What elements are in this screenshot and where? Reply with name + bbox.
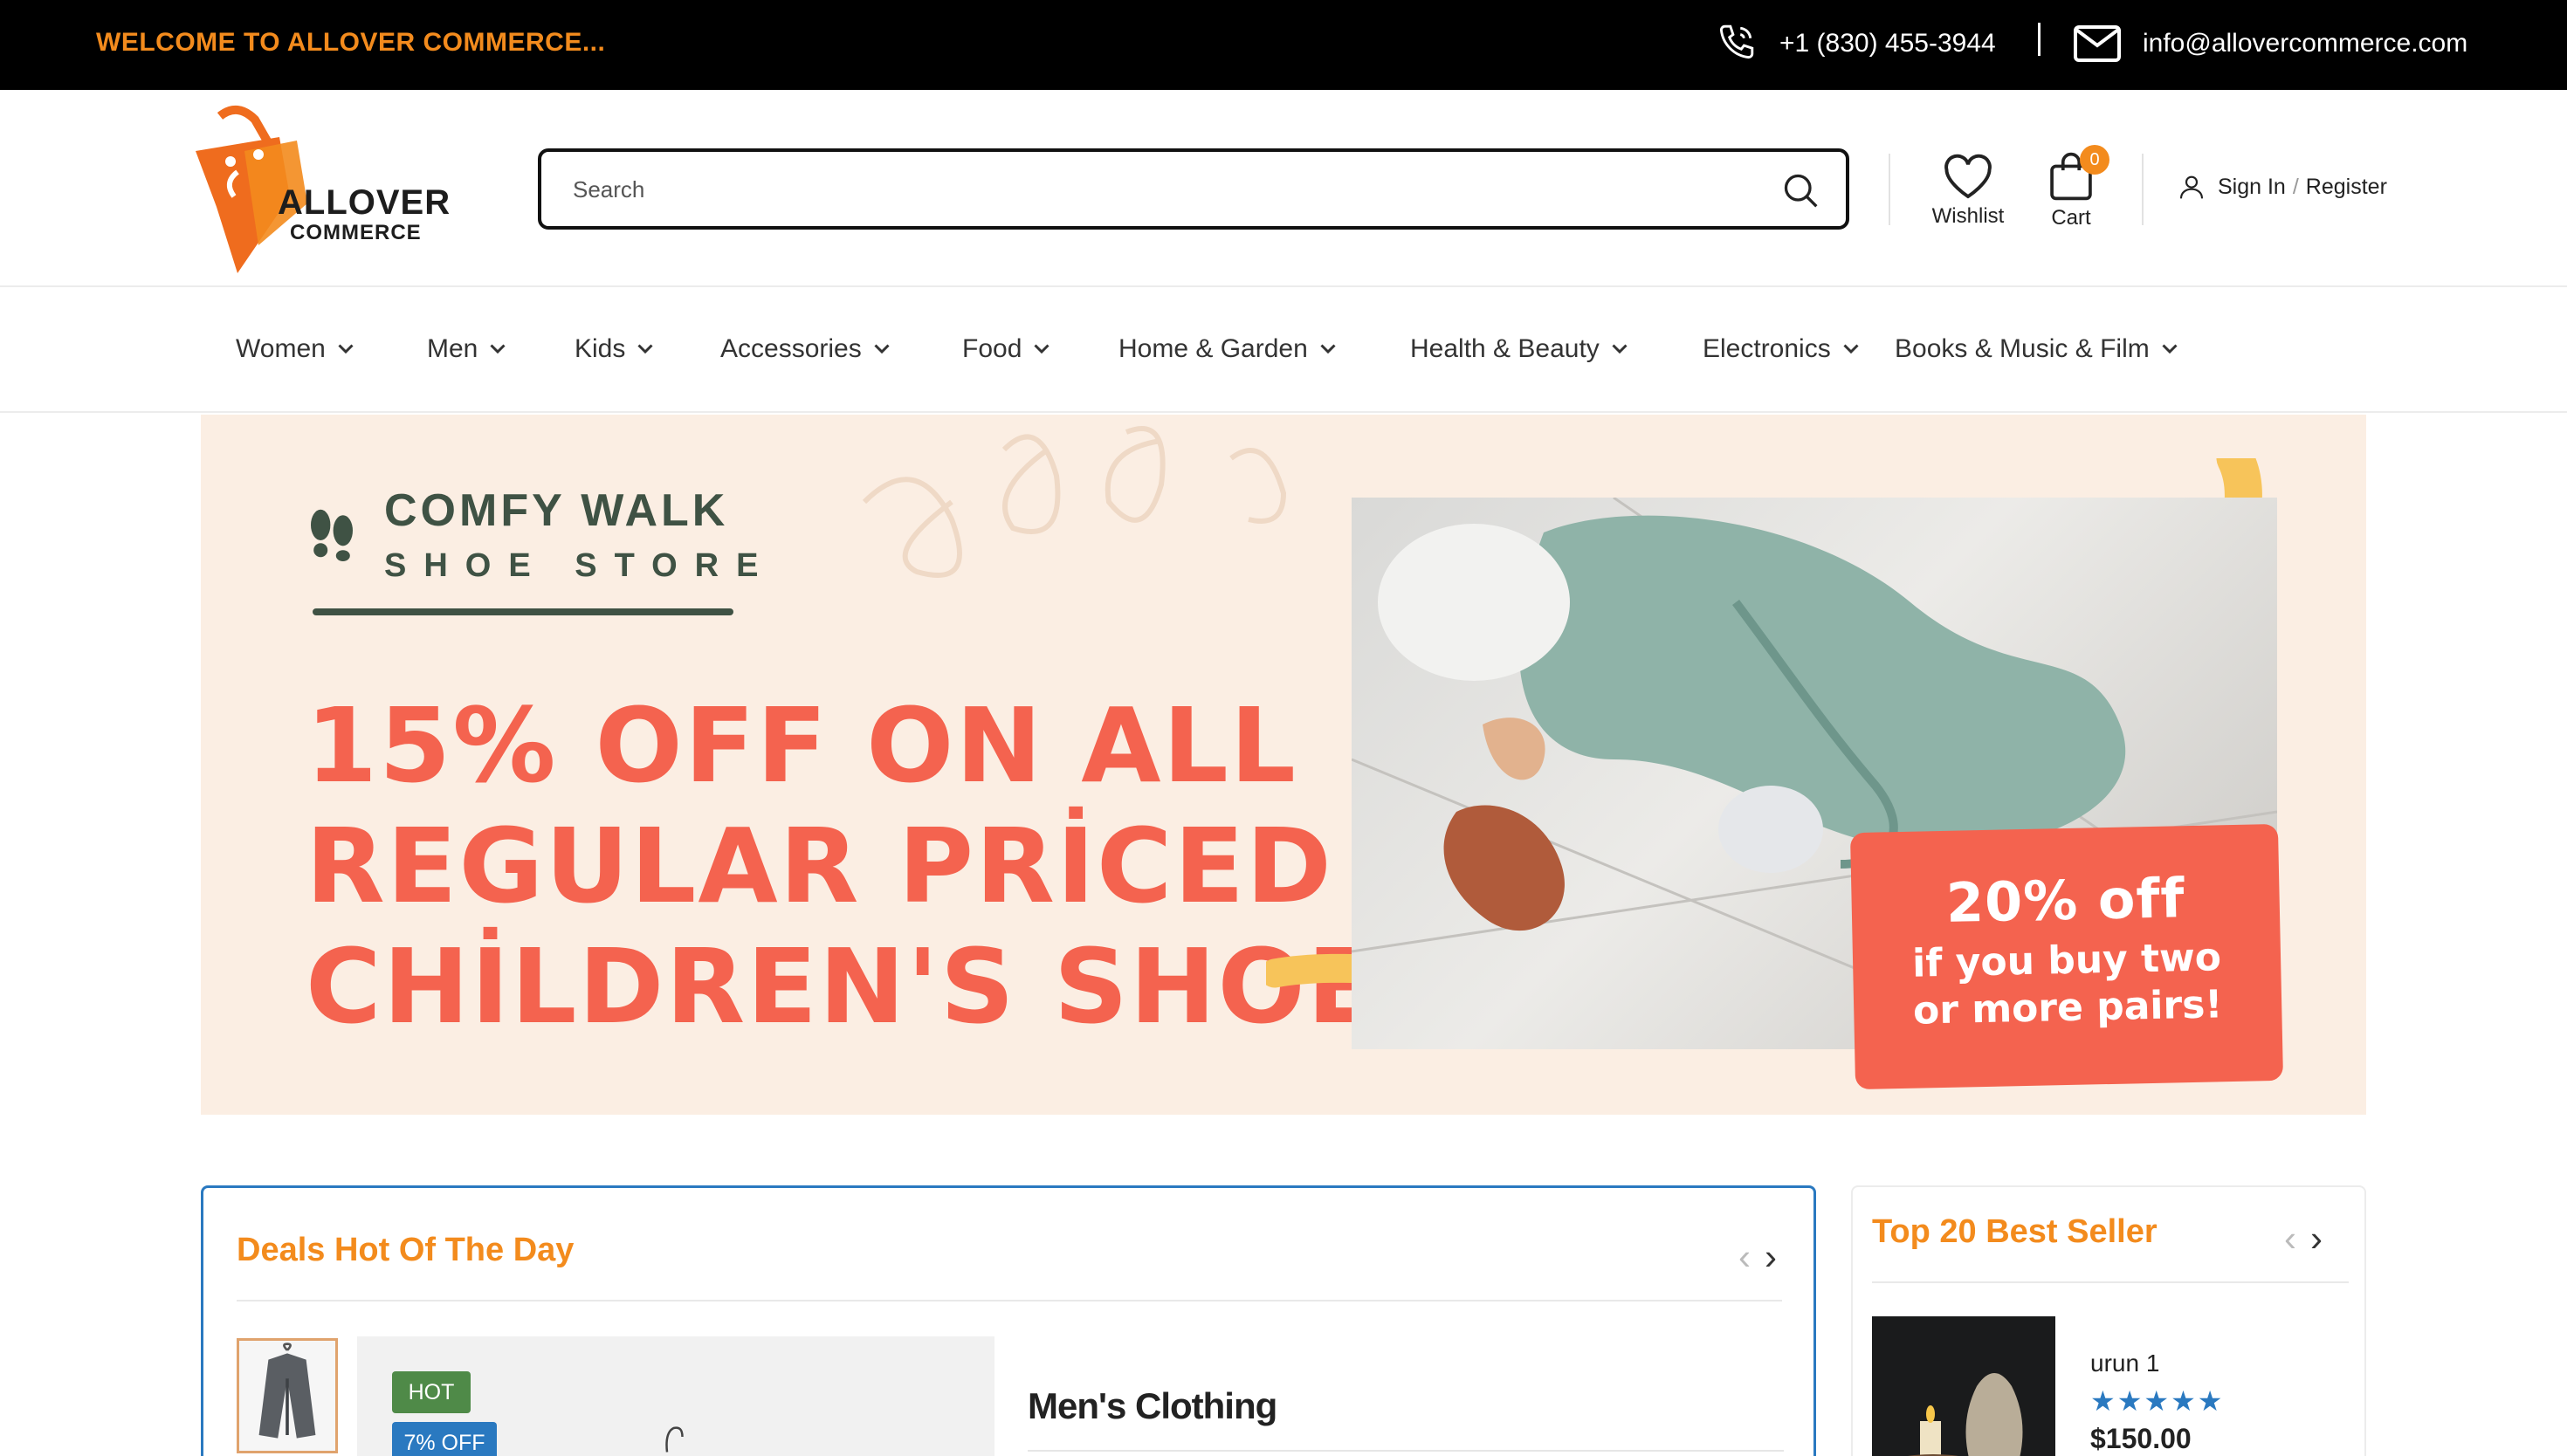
star-rating: ★★★★★ [2090,1385,2225,1417]
hot-badge: HOT [392,1371,471,1413]
nav-item-food[interactable]: Food [962,334,1050,364]
promo-line-2: or more pairs! [1912,982,2223,1034]
nav-label: Kids [575,334,626,363]
best-seller-price: $150.00 [2090,1423,2192,1454]
hero-banner[interactable]: COMFY WALK SHOE STORE 15% OFF ON ALL REG… [201,415,2366,1115]
section-divider [1872,1281,2349,1283]
logo-subword[interactable]: COMMERCE [290,221,422,245]
brand-underline [313,608,733,615]
promo-headline: 20% off [1945,866,2186,935]
search-icon[interactable] [1781,171,1820,209]
register-link[interactable]: Register [2306,175,2387,200]
chevron-right-icon[interactable]: › [1765,1239,1777,1275]
nav-label: Women [236,334,326,363]
cart-button[interactable]: 0 Cart [2027,145,2115,230]
phone-number[interactable]: +1 (830) 455-3944 [1779,29,1996,58]
headline-line-1: 15% OFF ON ALL [306,685,1297,806]
nav-item-books-music-film[interactable]: Books & Music & Film [1895,334,2178,364]
deals-title: Deals Hot Of The Day [237,1232,575,1268]
header-divider [2142,154,2144,225]
header-divider [1889,154,1890,225]
hanger-icon [665,1426,684,1453]
jacket-image-icon [258,1343,316,1439]
deals-carousel-arrows: ‹ › [1731,1239,1784,1275]
best-seller-product-image[interactable] [1872,1316,2055,1456]
chevron-left-icon[interactable]: ‹ [2284,1220,2296,1257]
nav-item-home-garden[interactable]: Home & Garden [1118,334,1336,364]
account-links: Sign In / Register [2178,173,2387,201]
chevron-down-icon [1843,344,1859,354]
nav-item-electronics[interactable]: Electronics [1703,334,1859,364]
footprints-icon [311,509,353,561]
search-bar [538,148,1849,230]
main-navigation: Women Men Kids Accessories Food Home & G… [0,289,2567,413]
headline-line-2: REGULAR PRİCED [306,806,1334,926]
nav-item-men[interactable]: Men [427,334,506,364]
search-input[interactable] [573,169,1708,209]
chevron-right-icon[interactable]: › [2310,1220,2323,1257]
heart-icon [1944,154,1992,199]
wishlist-button[interactable]: Wishlist [1924,154,2012,229]
best-seller-carousel-arrows: ‹ › [2277,1220,2330,1257]
section-divider [1028,1450,1784,1452]
vase-candle-image-icon [1908,1373,2023,1456]
nav-item-accessories[interactable]: Accessories [720,334,890,364]
phone-icon [1719,24,1754,59]
email-address[interactable]: info@allovercommerce.com [2143,29,2467,58]
cart-count-badge: 0 [2080,145,2109,175]
chevron-down-icon [1612,344,1628,354]
chevron-down-icon [1320,344,1336,354]
wishlist-label: Wishlist [1931,204,2005,228]
brand-title: COMFY WALK [384,485,729,536]
chevron-left-icon[interactable]: ‹ [1738,1239,1751,1275]
topbar-divider [2038,23,2041,56]
nav-label: Home & Garden [1118,334,1308,363]
top-bar: WELCOME TO ALLOVER COMMERCE... +1 (830) … [0,0,2567,90]
nav-label: Food [962,334,1022,363]
brand-subtitle: SHOE STORE [384,547,776,584]
nav-label: Health & Beauty [1410,334,1600,363]
phone-contact[interactable]: +1 (830) 455-3944 [1713,17,1996,70]
nav-label: Accessories [720,334,862,363]
chevron-down-icon [1034,344,1050,354]
user-icon [2179,175,2204,199]
nav-item-health-beauty[interactable]: Health & Beauty [1410,334,1628,364]
email-contact[interactable]: info@allovercommerce.com [2073,17,2467,70]
sign-in-link[interactable]: Sign In [2218,175,2286,200]
product-image[interactable]: HOT 7% OFF [357,1336,994,1456]
envelope-icon [2074,25,2121,62]
chevron-down-icon [637,344,653,354]
discount-badge: 7% OFF [392,1422,497,1456]
nav-item-kids[interactable]: Kids [575,334,653,364]
section-divider [237,1300,1782,1301]
nav-label: Men [427,334,478,363]
promo-badge: 20% off if you buy two or more pairs! [1849,823,2284,1090]
product-thumbnail[interactable] [237,1338,338,1453]
best-seller-title: Top 20 Best Seller [1872,1213,2158,1250]
chevron-down-icon [874,344,890,354]
product-title[interactable]: Men's Clothing [1028,1385,1277,1427]
logo-wordmark[interactable]: ALLOVER [278,183,451,223]
chevron-down-icon [490,344,506,354]
deals-hot-panel: Deals Hot Of The Day ‹ › HOT 7% OFF Men'… [201,1185,1816,1456]
welcome-message: WELCOME TO ALLOVER COMMERCE... [96,28,606,57]
best-seller-panel: Top 20 Best Seller ‹ › urun 1 ★★★★★ $150… [1851,1185,2366,1456]
nav-label: Books & Music & Film [1895,334,2150,363]
cart-label: Cart [2051,206,2091,230]
chevron-down-icon [338,344,354,354]
account-separator: / [2292,174,2299,199]
nav-item-women[interactable]: Women [236,334,354,364]
chevron-down-icon [2162,344,2178,354]
nav-label: Electronics [1703,334,1831,363]
best-seller-product-name[interactable]: urun 1 [2090,1350,2159,1377]
